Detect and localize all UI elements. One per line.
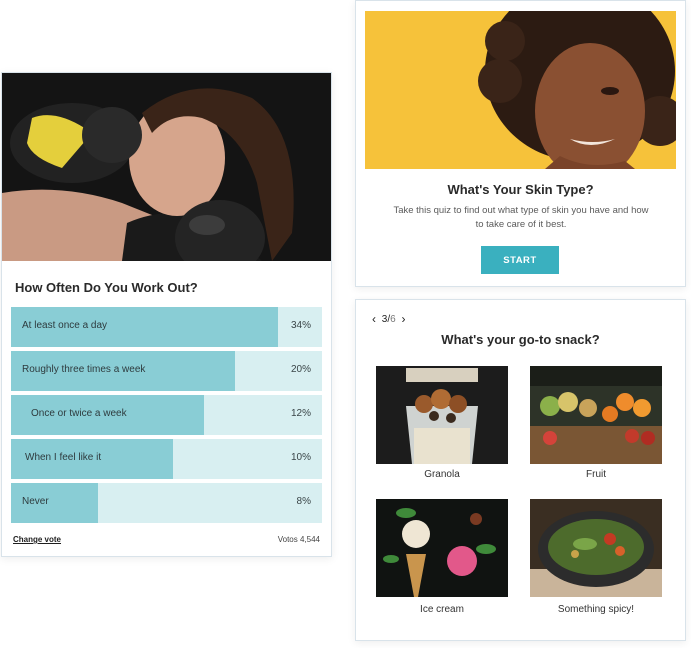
poll-option-percent: 12%	[290, 408, 311, 419]
granola-option-image[interactable]	[376, 366, 508, 464]
poll-option[interactable]: At least once a day 34%	[11, 307, 322, 347]
snack-quiz-title: What's your go-to snack?	[441, 332, 600, 347]
snack-option-label: Something spicy!	[557, 604, 635, 615]
spicy-option-image[interactable]	[530, 499, 662, 597]
workout-poll-card: How Often Do You Work Out? At least once…	[1, 72, 332, 557]
poll-option-label: At least once a day	[22, 320, 108, 331]
poll-option[interactable]: Never 8%	[11, 483, 322, 523]
vote-count: Votos 4,544	[277, 535, 320, 544]
snack-option-label: Fruit	[586, 469, 606, 480]
pager-total: 6	[390, 313, 396, 325]
skin-model-photo	[365, 11, 676, 169]
poll-option[interactable]: When I feel like it 10%	[11, 439, 322, 479]
poll-option-percent: 20%	[290, 364, 311, 375]
poll-title: How Often Do You Work Out?	[15, 280, 198, 295]
poll-option-percent: 34%	[290, 320, 311, 331]
snack-option-label: Granola	[424, 469, 460, 480]
poll-option-percent: 8%	[296, 496, 311, 507]
poll-option[interactable]: Once or twice a week 12%	[11, 395, 322, 435]
poll-option[interactable]: Roughly three times a week 20%	[11, 351, 322, 391]
ice-cream-option-image[interactable]	[376, 499, 508, 597]
poll-option-percent: 10%	[290, 452, 311, 463]
fruit-option-image[interactable]	[530, 366, 662, 464]
pager-current: 3/	[381, 313, 391, 325]
skin-quiz-description: Take this quiz to find out what type of …	[393, 205, 649, 230]
poll-option-label: Once or twice a week	[31, 408, 127, 419]
change-vote-link[interactable]: Change vote	[13, 535, 61, 544]
start-button[interactable]: START	[481, 246, 559, 274]
poll-option-label: When I feel like it	[25, 452, 102, 463]
skin-type-quiz-card: What's Your Skin Type? Take this quiz to…	[355, 0, 686, 287]
boxer-photo	[2, 73, 331, 261]
snack-option-label: Ice cream	[420, 604, 464, 615]
question-pager: ‹ 3/6 ›	[369, 312, 408, 326]
poll-option-label: Never	[22, 496, 49, 507]
chevron-left-icon[interactable]: ‹	[369, 312, 379, 326]
snack-quiz-card: ‹ 3/6 › What's your go-to snack? Granola	[355, 299, 686, 641]
skin-quiz-title: What's Your Skin Type?	[447, 182, 594, 197]
chevron-right-icon[interactable]: ›	[398, 312, 408, 326]
poll-option-label: Roughly three times a week	[22, 364, 146, 375]
